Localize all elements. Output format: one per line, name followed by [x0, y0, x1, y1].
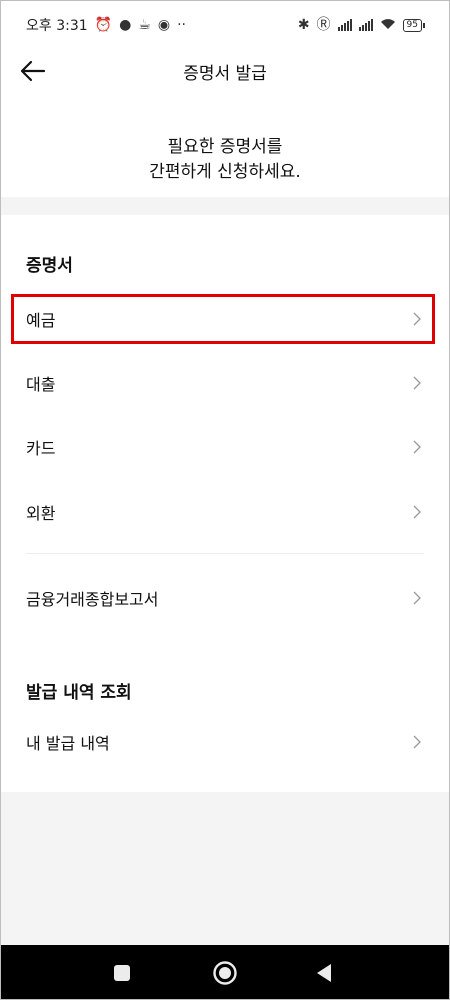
bluetooth-icon: ✱ [297, 17, 310, 33]
divider [26, 553, 424, 554]
battery-icon: 95 [402, 18, 426, 32]
roaming-icon: Ⓡ [316, 17, 331, 33]
signal-icon [337, 19, 352, 31]
list-item-label: 대출 [26, 375, 56, 394]
recent-apps-icon [114, 964, 130, 981]
chrome-icon: ◉ [157, 17, 171, 33]
section-separator [0, 197, 450, 215]
app-header: 증명서 발급 [0, 50, 450, 92]
highlight-box [11, 294, 435, 344]
arrow-left-icon [20, 60, 46, 82]
chevron-right-icon [413, 735, 421, 749]
signal-icon [358, 19, 373, 31]
list-item-card[interactable]: 카드 [0, 421, 450, 473]
chevron-right-icon [413, 591, 421, 605]
alarm-icon: ⏰ [94, 17, 113, 33]
home-button[interactable] [195, 945, 255, 1000]
back-button[interactable] [16, 54, 50, 88]
status-right: ✱ Ⓡ 95 [297, 17, 426, 33]
bottom-background [0, 792, 450, 945]
intro-line-2: 간편하게 신청하세요. [149, 162, 301, 182]
list-item-financial-report[interactable]: 금융거래종합보고서 [0, 572, 450, 624]
intro-line-1: 필요한 증명서를 [167, 137, 283, 157]
back-icon [317, 963, 331, 982]
section-title-certificates: 증명서 [26, 256, 73, 276]
list-item-label: 외환 [26, 504, 56, 523]
list-item-my-history[interactable]: 내 발급 내역 [0, 716, 450, 768]
section-title-history: 발급 내역 조회 [26, 683, 132, 703]
chat-icon: ● [119, 17, 132, 33]
back-nav-button[interactable] [294, 945, 354, 1000]
status-bar: 오후 3:31 ⏰ ● ☕ ◉ ·· ✱ Ⓡ 95 [0, 0, 450, 50]
more-dots-icon: ·· [177, 17, 186, 33]
coffee-icon: ☕ [138, 17, 151, 33]
page-title: 증명서 발급 [183, 63, 267, 84]
chevron-right-icon [413, 440, 421, 454]
status-left: 오후 3:31 ⏰ ● ☕ ◉ ·· [26, 15, 186, 35]
list-item-loan[interactable]: 대출 [0, 357, 450, 409]
chevron-right-icon [413, 505, 421, 519]
list-item-label: 금융거래종합보고서 [26, 590, 159, 609]
system-nav-bar [0, 945, 450, 1000]
recent-apps-button[interactable] [92, 945, 152, 1000]
status-time: 오후 3:31 [26, 18, 88, 34]
list-item-label: 내 발급 내역 [26, 734, 110, 753]
intro-text: 필요한 증명서를 간편하게 신청하세요. [0, 135, 450, 185]
list-item-label: 카드 [26, 439, 56, 458]
chevron-right-icon [413, 376, 421, 390]
home-icon [213, 960, 237, 985]
list-item-foreign-exchange[interactable]: 외환 [0, 486, 450, 538]
wifi-icon [380, 18, 396, 33]
